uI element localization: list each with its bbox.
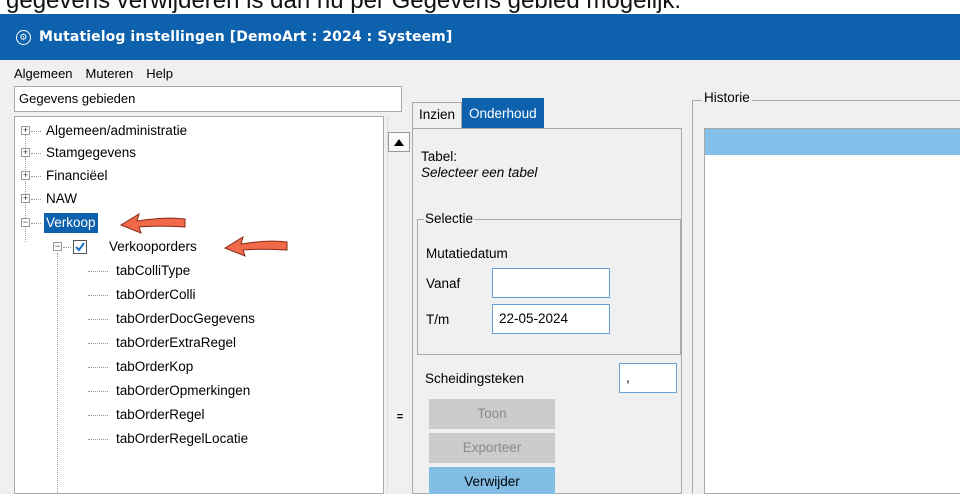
window-title: Mutatielog instellingen [DemoArt : 2024 … bbox=[39, 29, 453, 45]
vanaf-label: Vanaf bbox=[426, 276, 461, 291]
tree-item-label: tabColliType bbox=[116, 263, 191, 278]
tabel-label: Tabel: bbox=[421, 149, 458, 164]
expand-icon[interactable]: + bbox=[21, 148, 30, 157]
verwijder-button[interactable]: Verwijder bbox=[429, 467, 555, 494]
tree-line bbox=[31, 131, 41, 132]
tree-item-label: Financiëel bbox=[46, 168, 108, 183]
tree-item-label: Verkoop bbox=[44, 213, 98, 233]
caption-text: gegevens verwijderen is dan nu per Gegev… bbox=[6, 0, 682, 14]
menu-algemeen[interactable]: Algemeen bbox=[14, 66, 73, 81]
menu-bar: Algemeen Muteren Help bbox=[0, 60, 960, 86]
gegevens-gebieden-panel: Gegevens gebieden + Algemeen/administrat… bbox=[14, 86, 411, 494]
mutatiedatum-label: Mutatiedatum bbox=[426, 246, 508, 261]
historie-selected-row[interactable] bbox=[705, 129, 960, 155]
tree-item-label: tabOrderKop bbox=[116, 359, 194, 374]
tree-item-label: Verkooporders bbox=[109, 239, 197, 254]
tree-line bbox=[88, 415, 108, 416]
exporteer-button-label: Exporteer bbox=[462, 440, 522, 455]
scroll-up-icon[interactable] bbox=[388, 132, 410, 152]
selectie-title: Selectie bbox=[424, 211, 475, 226]
expand-icon[interactable]: + bbox=[21, 171, 30, 180]
tree-line bbox=[31, 176, 41, 177]
tm-input[interactable]: 22-05-2024 bbox=[492, 304, 610, 334]
tree-item-label: tabOrderRegelLocatie bbox=[116, 431, 249, 446]
pointer-arrow-icon bbox=[223, 235, 288, 257]
tree-item-label: tabOrderExtraRegel bbox=[116, 335, 237, 350]
menu-muteren[interactable]: Muteren bbox=[86, 66, 134, 81]
tree-line bbox=[31, 153, 41, 154]
panel-header: Gegevens gebieden bbox=[14, 86, 402, 112]
selectie-groupbox: Selectie Mutatiedatum Vanaf T/m 22-05-20… bbox=[417, 211, 681, 355]
historie-title: Historie bbox=[702, 90, 752, 105]
tabel-value: Selecteer een tabel bbox=[421, 165, 538, 180]
tree-line bbox=[88, 391, 108, 392]
tree-line bbox=[57, 253, 58, 493]
tab-onderhoud[interactable]: Onderhoud bbox=[462, 98, 544, 128]
tree-line bbox=[88, 439, 108, 440]
pointer-arrow-icon bbox=[119, 212, 186, 234]
toon-button-label: Toon bbox=[477, 406, 507, 421]
tree-line bbox=[88, 343, 108, 344]
tab-strip: Inzien Onderhoud bbox=[412, 98, 544, 128]
tree-line bbox=[88, 367, 108, 368]
tree-item-label: Algemeen/administratie bbox=[46, 123, 188, 138]
tree-line bbox=[88, 319, 108, 320]
scheidingsteken-label: Scheidingsteken bbox=[425, 371, 525, 386]
tree-item-label: tabOrderColli bbox=[116, 287, 196, 302]
tree-item-label: Stamgegevens bbox=[46, 145, 137, 160]
verwijder-button-label: Verwijder bbox=[464, 474, 520, 489]
historie-list[interactable] bbox=[704, 128, 960, 494]
tree-line bbox=[63, 247, 71, 248]
tree-item-label: tabOrderRegel bbox=[116, 407, 205, 422]
tree-view[interactable]: + Algemeen/administratie + Stamgegevens … bbox=[14, 116, 384, 494]
historie-panel: Historie bbox=[692, 86, 960, 494]
tree-line bbox=[88, 295, 108, 296]
tree-line bbox=[31, 223, 41, 224]
checkbox-checked-icon[interactable] bbox=[73, 240, 87, 254]
collapse-icon[interactable]: − bbox=[53, 242, 62, 251]
scroll-thumb[interactable]: = bbox=[395, 412, 405, 423]
tree-item-label: tabOrderDocGegevens bbox=[116, 311, 255, 326]
tree-item-label: NAW bbox=[46, 191, 77, 206]
scheidingsteken-input[interactable]: , bbox=[619, 363, 677, 393]
app-window: ⚙ Mutatielog instellingen [DemoArt : 202… bbox=[0, 14, 960, 494]
tab-content: Tabel: Selecteer een tabel Selectie Muta… bbox=[412, 128, 682, 494]
expand-icon[interactable]: + bbox=[21, 194, 30, 203]
tree-line bbox=[31, 199, 41, 200]
tm-label: T/m bbox=[426, 312, 450, 327]
onderhoud-panel: Inzien Onderhoud Tabel: Selecteer een ta… bbox=[408, 86, 686, 494]
tab-inzien[interactable]: Inzien bbox=[412, 102, 463, 128]
menu-help[interactable]: Help bbox=[146, 66, 173, 81]
tree-line bbox=[88, 271, 108, 272]
vanaf-input[interactable] bbox=[492, 268, 610, 298]
toon-button[interactable]: Toon bbox=[429, 399, 555, 429]
collapse-icon[interactable]: − bbox=[21, 218, 30, 227]
app-icon: ⚙ bbox=[16, 29, 31, 45]
tree-item-label: tabOrderOpmerkingen bbox=[116, 383, 251, 398]
exporteer-button[interactable]: Exporteer bbox=[429, 433, 555, 463]
title-bar: ⚙ Mutatielog instellingen [DemoArt : 202… bbox=[0, 14, 960, 60]
expand-icon[interactable]: + bbox=[21, 126, 30, 135]
